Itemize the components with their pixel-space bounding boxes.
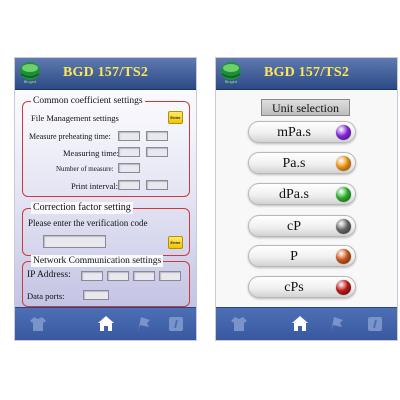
nav-shirt-button[interactable] [27,313,49,335]
preheating-min-field[interactable] [118,131,140,141]
flag-icon [331,317,343,331]
unit-label: P [290,249,298,264]
unit-option-cp[interactable]: cP [248,215,356,237]
measuring-min-field[interactable] [118,147,140,157]
app-title: BGD 157/TS2 [62,65,149,80]
measuring-sec-field[interactable] [146,147,168,157]
print-interval-min-field[interactable] [118,180,140,190]
data-ports-label: Data ports: [27,291,65,301]
common-settings-legend: Common coefficient settings [31,95,145,107]
app-title: BGD 157/TS2 [263,65,350,80]
unit-label: Pa.s [282,156,306,171]
verification-prompt: Please enter the verification code [28,218,148,228]
correction-factor-legend: Correction factor setting [31,202,133,214]
measure-preheating-label: Measure preheating time: [29,132,111,141]
gray-indicator-icon [336,219,351,234]
nav-info-button[interactable] [165,313,187,335]
home-icon [292,316,308,331]
ip-octet-2-field[interactable] [107,271,129,281]
nav-flag-button[interactable] [326,313,348,335]
shirt-icon [30,317,46,331]
unit-label: dPa.s [279,187,309,202]
unit-selection-header: Unit selection [261,99,350,116]
ip-octet-4-field[interactable] [159,271,181,281]
nav-home-button[interactable] [95,313,117,335]
nav-flag-button[interactable] [133,313,155,335]
ip-octet-3-field[interactable] [133,271,155,281]
print-interval-sec-field[interactable] [146,180,168,190]
file-management-label: File Management settings [31,113,119,123]
info-icon [368,317,382,331]
verification-code-field[interactable] [43,235,106,248]
flag-icon [138,317,150,331]
home-icon [98,316,114,331]
red-indicator-icon [336,280,351,295]
unit-option-mpas[interactable]: mPa.s [248,121,356,143]
unit-option-cps[interactable]: cPs [248,276,356,298]
bottom-nav-bar [216,307,397,340]
unit-label: mPa.s [277,125,311,140]
network-settings-legend: Network Communication settings [31,255,164,267]
green-indicator-icon [336,187,351,202]
preheating-sec-field[interactable] [146,131,168,141]
orange-indicator-icon [336,156,351,171]
nav-info-button[interactable] [364,313,386,335]
measuring-time-label: Measuring time: [63,148,119,158]
top-bar: Biuged BGD 157/TS2 [216,58,397,90]
ip-octet-1-field[interactable] [81,271,103,281]
nav-shirt-button[interactable] [228,313,250,335]
common-settings-group: Common coefficient settings File Managem… [22,95,190,197]
purple-indicator-icon [336,125,351,140]
orange-red-indicator-icon [336,249,351,264]
unit-option-pas[interactable]: Pa.s [248,152,356,174]
info-icon [169,317,183,331]
number-of-measure-field[interactable] [118,163,140,173]
shirt-icon [231,317,247,331]
unit-label: cPs [284,280,304,295]
top-bar: Biuged BGD 157/TS2 [15,58,196,90]
unit-option-dpas[interactable]: dPa.s [248,183,356,205]
unit-selection-screen: Biuged BGD 157/TS2 Unit selection mPa.s … [215,57,398,341]
unit-option-p[interactable]: P [248,245,356,267]
print-interval-label: Print interval: [71,181,118,191]
settings-screen: Biuged BGD 157/TS2 Common coefficient se… [14,57,197,341]
number-of-measure-label: Number of measure: [56,165,114,173]
verification-enter-button[interactable]: Enter [168,236,183,249]
bottom-nav-bar [15,307,196,340]
unit-label: cP [287,219,301,234]
ip-address-label: IP Address: [27,270,71,280]
correction-factor-group: Correction factor setting Please enter t… [22,202,190,256]
file-management-enter-button[interactable]: Enter [168,111,183,124]
network-settings-group: Network Communication settings IP Addres… [22,255,190,307]
data-port-field[interactable] [83,290,109,300]
nav-home-button[interactable] [289,313,311,335]
